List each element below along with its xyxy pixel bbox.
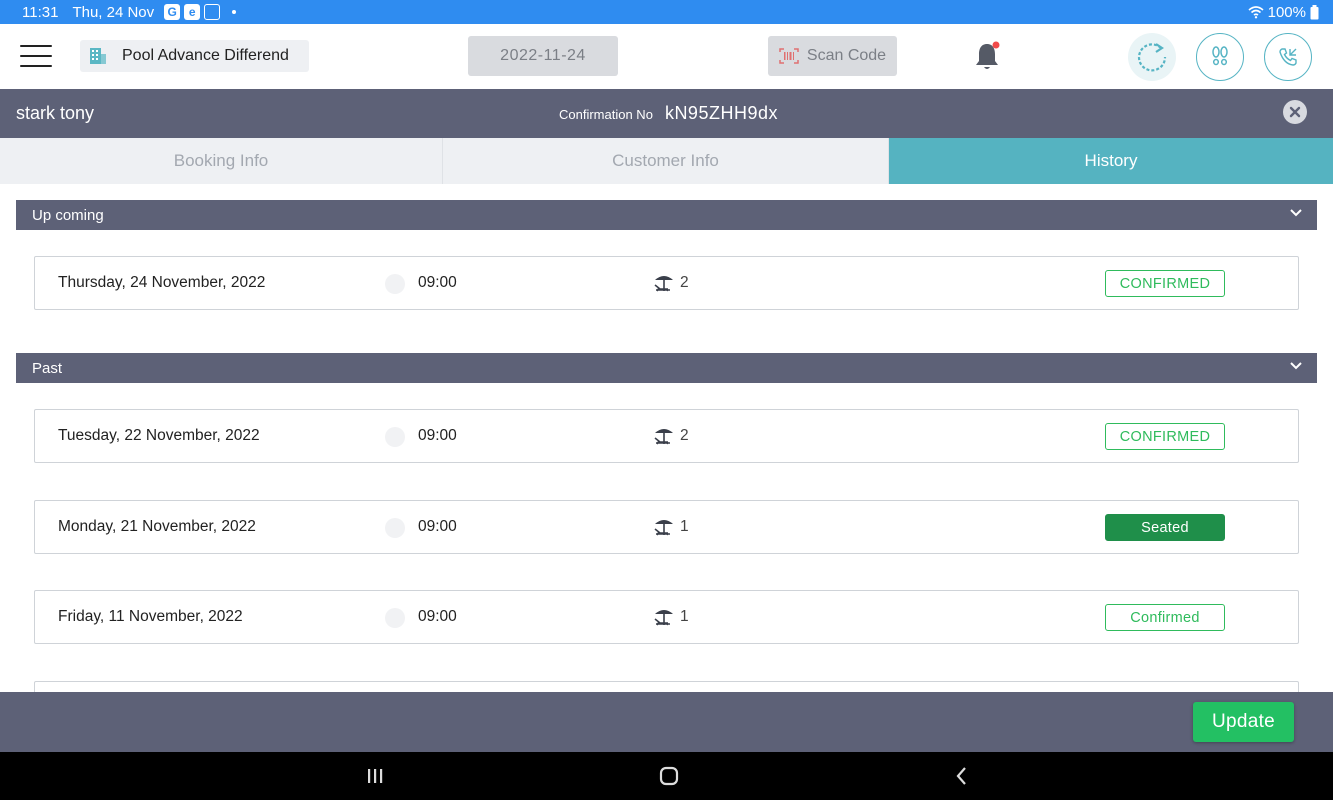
more-notifications-icon	[232, 10, 237, 14]
section-upcoming-header[interactable]: Up coming	[16, 200, 1317, 230]
news-icon	[204, 4, 221, 20]
clock-icon	[385, 608, 405, 628]
walk-in-button[interactable]	[1196, 33, 1244, 81]
confirmation-value: kN95ZHH9dx	[664, 103, 778, 123]
confirmation-number: Confirmation No kN95ZHH9dx	[559, 103, 778, 124]
venue-selector[interactable]: Pool Advance Differend	[80, 40, 309, 72]
recent-apps-icon[interactable]	[363, 764, 387, 788]
app-notification-icon: e	[184, 4, 201, 20]
phone-icon	[1279, 48, 1297, 66]
update-button[interactable]: Update	[1193, 702, 1294, 742]
status-badge: CONFIRMED	[1105, 270, 1225, 297]
tab-booking-info[interactable]: Booking Info	[0, 138, 443, 184]
booking-date: Tuesday, 22 November, 2022	[58, 427, 260, 444]
battery-percent: 100%	[1267, 3, 1306, 21]
status-badge: CONFIRMED	[1105, 423, 1225, 450]
refresh-icon	[1137, 43, 1167, 72]
tab-history[interactable]: History	[889, 138, 1333, 184]
chevron-down-icon[interactable]	[1289, 359, 1303, 373]
tab-customer-info[interactable]: Customer Info	[443, 138, 889, 184]
barcode-icon	[779, 48, 799, 64]
detail-tabs: Booking Info Customer Info History	[0, 138, 1333, 184]
customer-name: stark tony	[16, 103, 95, 123]
venue-name: Pool Advance Differend	[122, 47, 289, 64]
booking-time: 09:00	[418, 274, 457, 291]
section-past-header[interactable]: Past	[16, 353, 1317, 383]
booking-time: 09:00	[418, 608, 457, 625]
booking-time: 09:00	[418, 518, 457, 535]
booking-date: Thursday, 24 November, 2022	[58, 274, 266, 291]
booking-date: Monday, 21 November, 2022	[58, 518, 256, 535]
umbrella-chair-icon	[654, 610, 673, 626]
close-icon[interactable]	[1283, 100, 1307, 124]
status-time: 11:31	[22, 3, 59, 21]
bell-icon[interactable]	[972, 40, 1002, 72]
phone-booking-button[interactable]	[1264, 33, 1312, 81]
confirmation-label: Confirmation No	[559, 107, 653, 122]
back-icon[interactable]	[950, 764, 974, 788]
list-item[interactable]: Thursday, 24 November, 2022 09:00 2 CONF…	[34, 256, 1299, 310]
guest-count: 1	[680, 518, 689, 535]
booking-time: 09:00	[418, 427, 457, 444]
menu-icon[interactable]	[20, 45, 52, 67]
status-badge: Seated	[1105, 514, 1225, 541]
status-badge: Confirmed	[1105, 604, 1225, 631]
status-date: Thu, 24 Nov	[72, 3, 155, 21]
section-past-title: Past	[32, 359, 63, 377]
footer-bar: Update	[0, 692, 1333, 752]
customer-bar: stark tony Confirmation No kN95ZHH9dx	[0, 89, 1333, 138]
guest-count: 1	[680, 608, 689, 625]
clock-icon	[385, 274, 405, 294]
google-icon: G	[164, 4, 181, 20]
scan-code-label: Scan Code	[806, 47, 887, 64]
building-icon	[90, 48, 106, 64]
clock-icon	[385, 427, 405, 447]
booking-date: Friday, 11 November, 2022	[58, 608, 243, 625]
umbrella-chair-icon	[654, 520, 673, 536]
status-bar: 11:31 Thu, 24 Nov G e 100%	[0, 0, 1333, 24]
home-icon[interactable]	[657, 764, 681, 788]
system-nav-bar	[0, 752, 1333, 800]
list-item[interactable]: Friday, 11 November, 2022 09:00 1 Confir…	[34, 590, 1299, 644]
guest-count: 2	[680, 274, 689, 291]
list-item[interactable]: Tuesday, 22 November, 2022 09:00 2 CONFI…	[34, 409, 1299, 463]
chevron-down-icon[interactable]	[1289, 206, 1303, 220]
section-upcoming-title: Up coming	[32, 206, 104, 224]
clock-icon	[385, 518, 405, 538]
wifi-icon	[1248, 6, 1264, 19]
history-content[interactable]: Up coming Thursday, 24 November, 2022 09…	[0, 184, 1333, 692]
date-picker-button[interactable]: 2022-11-24	[468, 36, 618, 76]
guest-count: 2	[680, 427, 689, 444]
footprints-icon	[1212, 46, 1228, 66]
battery-icon	[1310, 4, 1319, 19]
list-item[interactable]	[34, 681, 1299, 692]
scan-code-button[interactable]: Scan Code	[768, 36, 897, 76]
umbrella-chair-icon	[654, 276, 673, 292]
refresh-button[interactable]	[1128, 33, 1176, 81]
umbrella-chair-icon	[654, 429, 673, 445]
list-item[interactable]: Monday, 21 November, 2022 09:00 1 Seated	[34, 500, 1299, 554]
app-bar: Pool Advance Differend 2022-11-24 Scan C…	[0, 24, 1333, 89]
